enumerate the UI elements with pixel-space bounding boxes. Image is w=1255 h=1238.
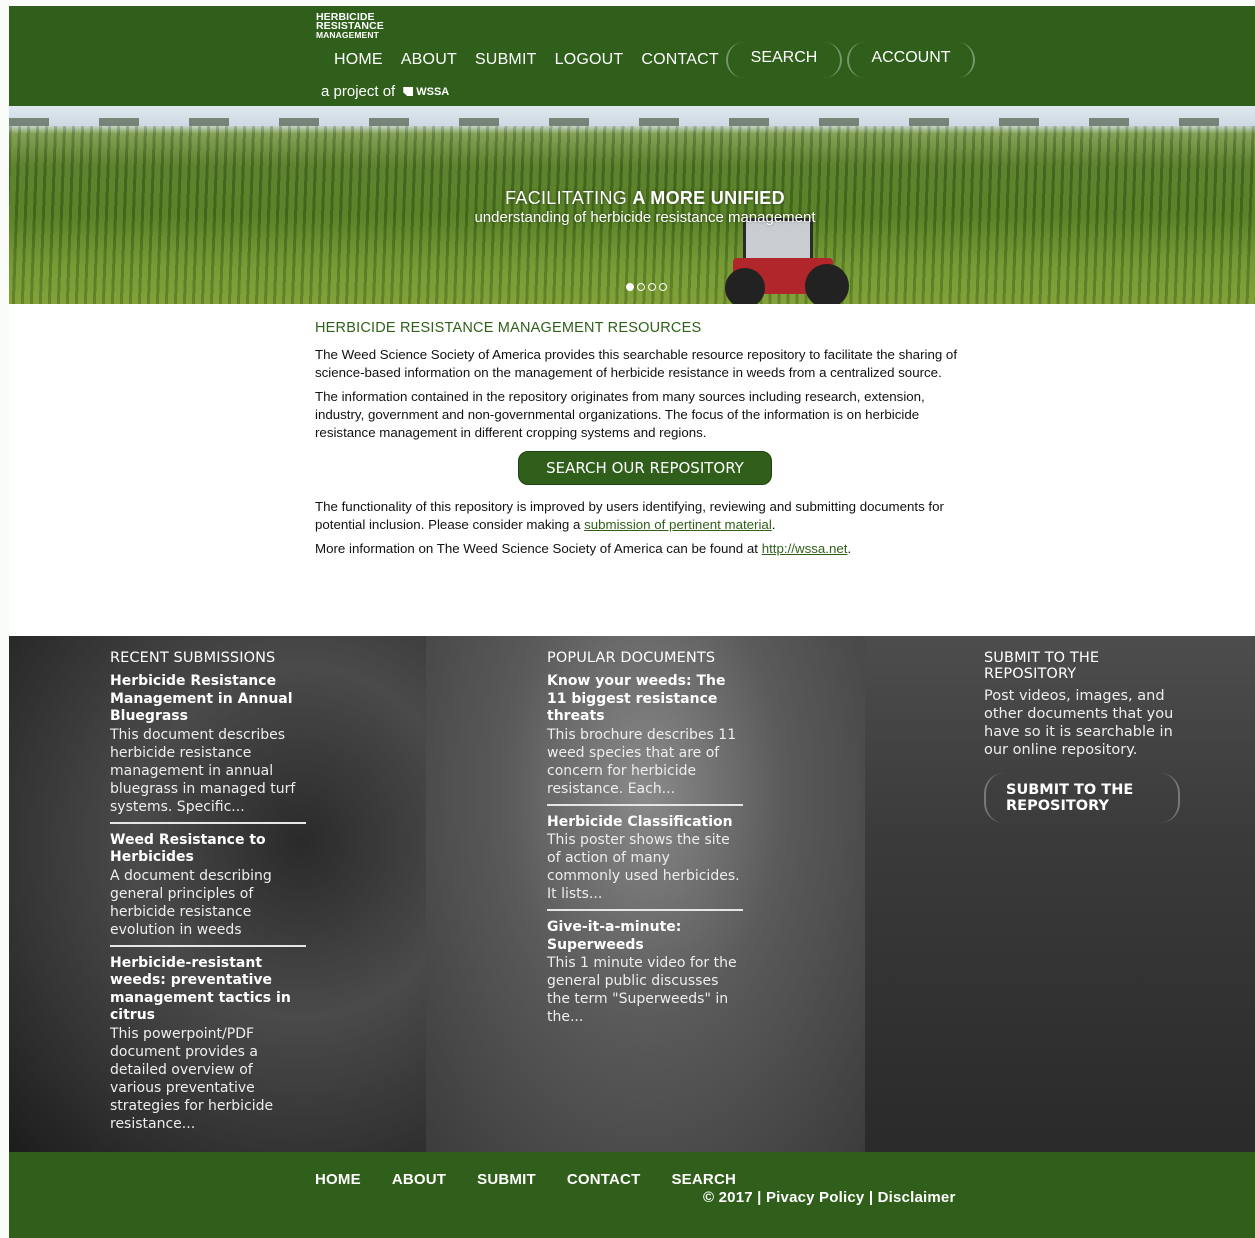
main-content: HERBICIDE RESISTANCE MANAGEMENT RESOURCE… [315, 320, 975, 564]
account-button[interactable]: ACCOUNT [847, 42, 975, 78]
submit-repository-button[interactable]: SUBMIT TO THE REPOSITORY [984, 773, 1180, 823]
footer-nav-home[interactable]: HOME [315, 1171, 361, 1188]
punct: . [847, 541, 852, 556]
slider-dot[interactable] [626, 283, 634, 291]
nav-home[interactable]: HOME [334, 51, 383, 69]
item-description: This document describes herbicide resist… [110, 726, 296, 815]
item-description: This brochure describes 11 weed species … [547, 726, 737, 797]
footer-nav-search[interactable]: SEARCH [671, 1171, 736, 1188]
recent-heading: RECENT SUBMISSIONS [110, 650, 276, 666]
list-item[interactable]: Weed Resistance to Herbicides A document… [110, 832, 306, 947]
tractor-image [725, 218, 849, 304]
item-title[interactable]: Herbicide-resistant weeds: preventative … [110, 955, 306, 1025]
item-title[interactable]: Herbicide Resistance Management in Annua… [110, 673, 306, 726]
list-item[interactable]: Herbicide Resistance Management in Annua… [110, 673, 306, 824]
list-item[interactable]: Give-it-a-minute: Superweeds This 1 minu… [547, 919, 743, 1032]
submission-paragraph: The functionality of this repository is … [315, 498, 975, 534]
wssa-logo-text: WSSA [416, 85, 450, 98]
logo-line: MANAGEMENT [316, 30, 379, 40]
list-item[interactable]: Know your weeds: The 11 biggest resistan… [547, 673, 743, 806]
featured-section: RECENT SUBMISSIONS Herbicide Resistance … [9, 636, 1255, 1152]
punct: . [771, 517, 776, 532]
site-header: HERBICIDE RESISTANCE MANAGEMENT HOME ABO… [9, 6, 1255, 106]
recent-submissions: RECENT SUBMISSIONS Herbicide Resistance … [110, 650, 306, 1147]
page-title: HERBICIDE RESISTANCE MANAGEMENT RESOURCE… [315, 320, 702, 336]
hero-subtitle: understanding of herbicide resistance ma… [474, 209, 816, 226]
slider-dot[interactable] [637, 283, 645, 291]
hero-title-bold: A MORE UNIFIED [632, 188, 785, 208]
slider-dots [626, 283, 667, 291]
info-paragraph: The information contained in the reposit… [315, 389, 925, 440]
hero-banner: FACILITATING A MORE UNIFIED understandin… [9, 106, 1255, 304]
wssa-logo-icon [403, 87, 414, 96]
popular-documents: POPULAR DOCUMENTS Know your weeds: The 1… [547, 650, 743, 1040]
list-item[interactable]: Herbicide-resistant weeds: preventative … [110, 955, 306, 1139]
main-nav: HOME ABOUT SUBMIT LOGOUT CONTACT [334, 51, 737, 69]
search-repository-button[interactable]: SEARCH OUR REPOSITORY [518, 451, 772, 485]
intro-paragraph: The Weed Science Society of America prov… [315, 347, 958, 380]
project-text: a project of [321, 83, 396, 100]
privacy-policy-link[interactable]: Pivacy Policy [766, 1189, 865, 1206]
site-footer: HOME ABOUT SUBMIT CONTACT SEARCH © 2017 … [9, 1152, 1255, 1238]
wssa-logo[interactable]: WSSA [403, 86, 449, 98]
submit-panel: SUBMIT TO THE REPOSITORY Post videos, im… [984, 650, 1184, 823]
nav-submit[interactable]: SUBMIT [475, 51, 537, 69]
separator: | [757, 1189, 762, 1206]
nav-contact[interactable]: CONTACT [641, 51, 719, 69]
nav-about[interactable]: ABOUT [401, 51, 457, 69]
submit-heading: SUBMIT TO THE REPOSITORY [984, 650, 1100, 682]
nav-logout[interactable]: LOGOUT [555, 51, 624, 69]
popular-heading: POPULAR DOCUMENTS [547, 650, 716, 666]
slider-dot[interactable] [648, 283, 656, 291]
hero-treeline [9, 118, 1255, 126]
submission-link[interactable]: submission of pertinent material [584, 517, 772, 532]
item-description: A document describing general principles… [110, 867, 272, 938]
hero-title: FACILITATING A MORE UNIFIED [9, 188, 1255, 209]
search-button[interactable]: SEARCH [726, 42, 842, 78]
item-description: This 1 minute video for the general publ… [547, 955, 737, 1025]
separator: | [868, 1189, 874, 1206]
item-title[interactable]: Weed Resistance to Herbicides [110, 832, 306, 867]
item-description: This powerpoint/PDF document provides a … [110, 1025, 274, 1132]
project-of: a project of WSSA [321, 83, 449, 100]
slider-dot[interactable] [659, 283, 667, 291]
site-logo[interactable]: HERBICIDE RESISTANCE MANAGEMENT [316, 12, 384, 40]
item-title[interactable]: Herbicide Classification [547, 814, 743, 832]
wssa-link[interactable]: http://wssa.net [762, 541, 848, 556]
hero-title-light: FACILITATING [505, 188, 628, 208]
wssa-paragraph: More information on The Weed Science Soc… [315, 540, 975, 558]
list-item[interactable]: Herbicide Classification This poster sho… [547, 814, 743, 911]
footer-nav-submit[interactable]: SUBMIT [477, 1171, 536, 1188]
submit-text: Post videos, images, and other documents… [984, 688, 1174, 758]
page: HERBICIDE RESISTANCE MANAGEMENT HOME ABO… [9, 6, 1255, 1238]
footer-nav-about[interactable]: ABOUT [392, 1171, 446, 1188]
copyright: © 2017 [703, 1189, 753, 1206]
footer-nav-contact[interactable]: CONTACT [567, 1171, 641, 1188]
disclaimer-link[interactable]: Disclaimer [878, 1189, 956, 1206]
footer-nav: HOME ABOUT SUBMIT CONTACT SEARCH [315, 1171, 767, 1188]
wssa-text: More information on The Weed Science Soc… [315, 541, 758, 556]
hero-caption: FACILITATING A MORE UNIFIED understandin… [9, 188, 1255, 226]
footer-legal: © 2017 | Pivacy Policy | Disclaimer [703, 1189, 956, 1206]
item-description: This poster shows the site of action of … [547, 832, 740, 902]
item-title[interactable]: Know your weeds: The 11 biggest resistan… [547, 673, 743, 726]
item-title[interactable]: Give-it-a-minute: Superweeds [547, 919, 743, 954]
